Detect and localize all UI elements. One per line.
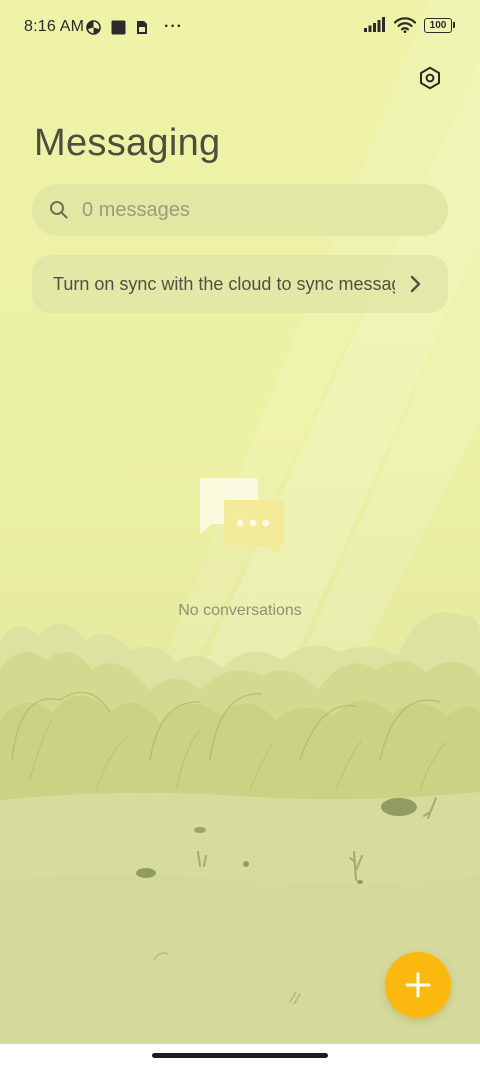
- chat-bubbles-icon: [200, 478, 284, 556]
- new-message-button[interactable]: [385, 952, 451, 1018]
- chevron-right-icon: [410, 275, 421, 293]
- status-system-icons: 100: [364, 17, 455, 33]
- search-icon: [50, 201, 68, 219]
- search-bar[interactable]: [32, 184, 448, 236]
- home-indicator[interactable]: [152, 1053, 328, 1058]
- battery-level: 100: [429, 19, 447, 31]
- page-title: Messaging: [34, 122, 221, 164]
- stop-square-icon: [111, 20, 126, 34]
- wifi-icon: [394, 17, 416, 33]
- sim-card-icon: [137, 20, 147, 34]
- settings-hexagon-icon: [420, 66, 440, 90]
- more-notifications-icon: ···: [164, 18, 183, 35]
- status-bar: 8:16 AM ··· 100: [0, 0, 480, 56]
- battery-icon: 100: [424, 17, 455, 33]
- pie-chart-icon: [86, 19, 101, 35]
- status-time: 8:16 AM: [24, 18, 85, 35]
- search-input[interactable]: [80, 197, 404, 223]
- status-notification-icons: ···: [86, 18, 183, 36]
- plus-icon: [405, 972, 431, 998]
- sync-banner[interactable]: Turn on sync with the cloud to sync mess…: [32, 255, 448, 313]
- messaging-screen: 8:16 AM ··· 100 Messaging 0 messages Tur…: [0, 0, 480, 1066]
- signal-bars-icon: [364, 17, 385, 32]
- sync-banner-text: Turn on sync with the cloud to sync mess…: [53, 273, 395, 294]
- settings-button[interactable]: [416, 64, 444, 92]
